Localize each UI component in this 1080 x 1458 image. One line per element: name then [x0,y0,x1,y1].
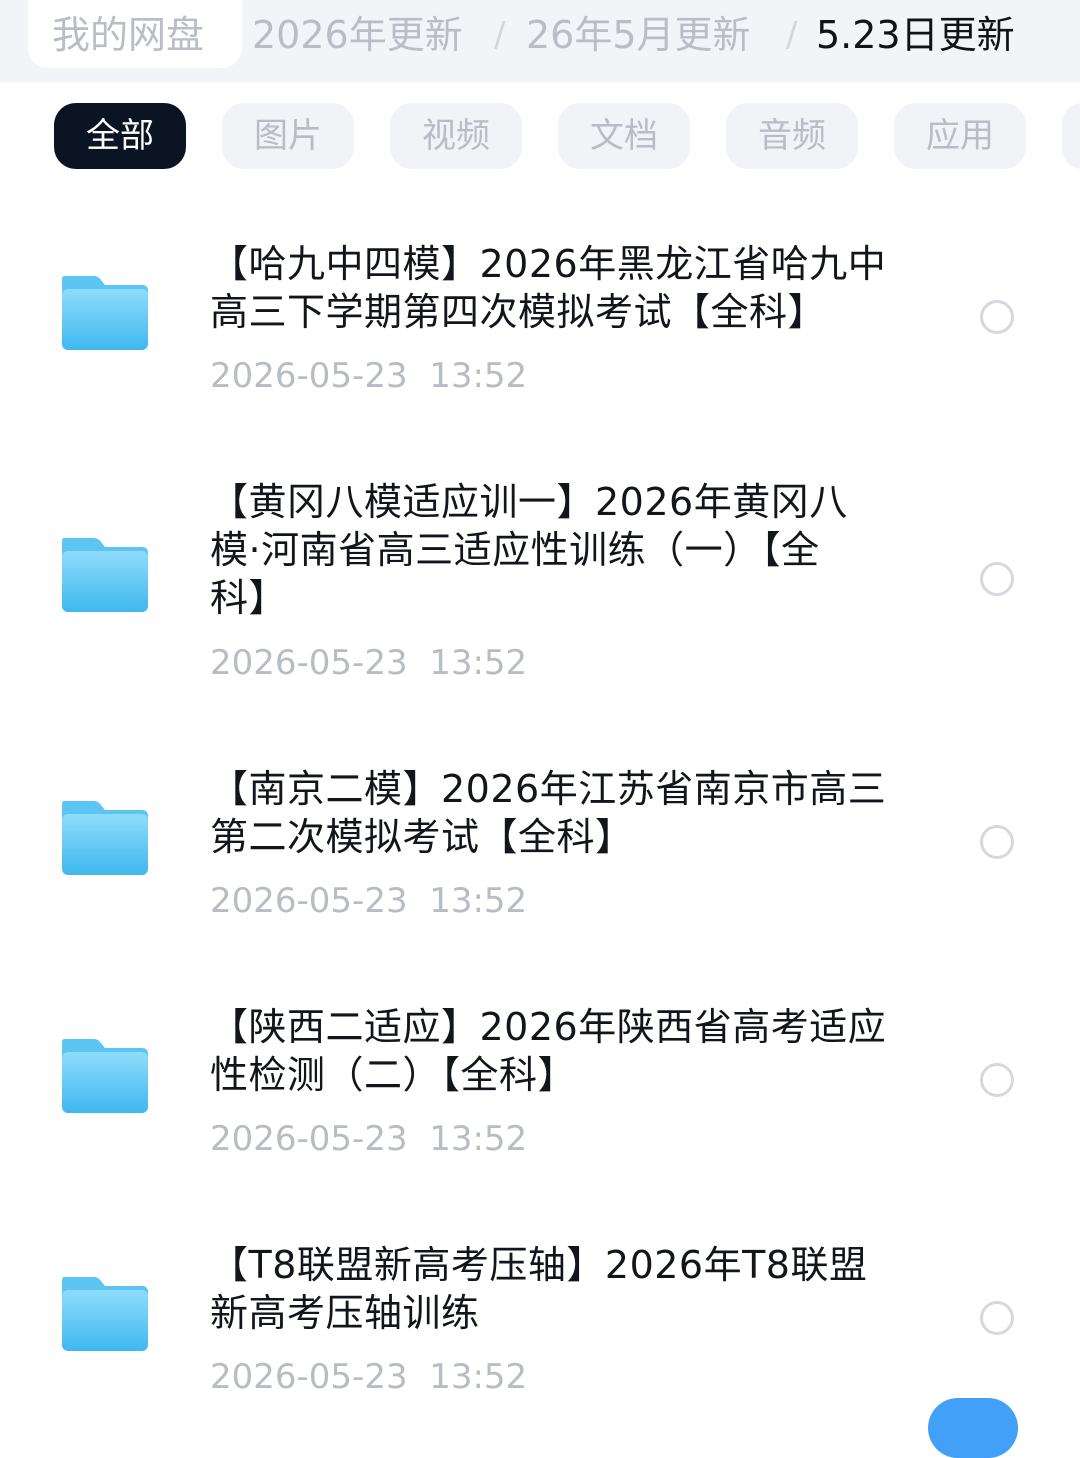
file-date: 2026-05-23 13:52 [210,356,528,396]
tab-documents[interactable]: 文档 [558,103,690,169]
breadcrumb-home[interactable]: 我的网盘 [52,10,204,60]
select-radio[interactable] [980,825,1014,859]
file-date: 2026-05-23 13:52 [210,1357,528,1397]
tab-videos[interactable]: 视频 [390,103,522,169]
breadcrumb-item-year[interactable]: 2026年更新 [252,10,463,60]
file-name[interactable]: 【T8联盟新高考压轴】2026年T8联盟 新高考压轴训练 [210,1241,910,1337]
breadcrumb-separator: / [494,15,506,55]
folder-icon [60,274,150,352]
tab-audio[interactable]: 音频 [726,103,858,169]
tab-images[interactable]: 图片 [222,103,354,169]
select-radio[interactable] [980,1301,1014,1335]
file-date: 2026-05-23 13:52 [210,881,528,921]
folder-icon [60,1275,150,1353]
breadcrumb-separator: / [786,15,798,55]
select-radio[interactable] [980,1063,1014,1097]
file-name[interactable]: 【陕西二适应】2026年陕西省高考适应 性检测（二）【全科】 [210,1003,910,1099]
folder-icon [60,1037,150,1115]
floating-action-button[interactable] [928,1398,1018,1458]
select-radio[interactable] [980,562,1014,596]
tab-more-edge[interactable] [1062,103,1080,169]
folder-icon [60,536,150,614]
tab-all[interactable]: 全部 [54,103,186,169]
file-name[interactable]: 【南京二模】2026年江苏省南京市高三 第二次模拟考试【全科】 [210,765,910,861]
breadcrumb-item-month[interactable]: 26年5月更新 [526,10,751,60]
file-name[interactable]: 【哈九中四模】2026年黑龙江省哈九中 高三下学期第四次模拟考试【全科】 [210,240,910,336]
breadcrumb: 我的网盘 2026年更新 / 26年5月更新 / 5.23日更新 [0,0,1080,82]
folder-icon [60,799,150,877]
file-name[interactable]: 【黄冈八模适应训一】2026年黄冈八 模·河南省高三适应性训练（一）【全 科】 [210,478,910,622]
breadcrumb-current: 5.23日更新 [816,13,1015,57]
file-date: 2026-05-23 13:52 [210,643,528,683]
tab-apps[interactable]: 应用 [894,103,1026,169]
select-radio[interactable] [980,300,1014,334]
file-date: 2026-05-23 13:52 [210,1119,528,1159]
